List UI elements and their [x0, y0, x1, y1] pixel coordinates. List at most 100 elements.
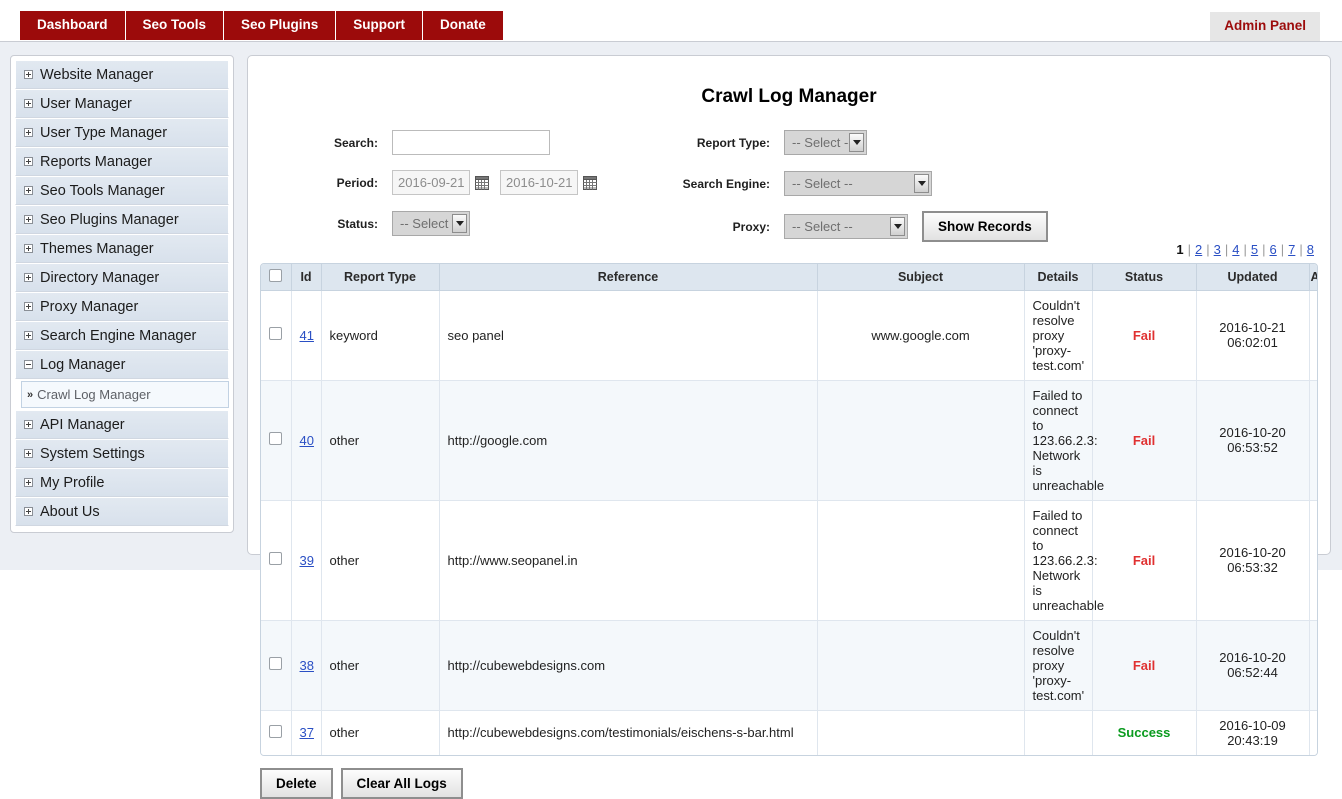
pagination-page-6[interactable]: 6: [1270, 242, 1277, 257]
sidebar-item-api-manager[interactable]: API Manager: [15, 410, 229, 439]
menu-item-donate[interactable]: Donate: [423, 11, 503, 40]
proxy-select[interactable]: -- Select --: [784, 214, 908, 239]
select-all-checkbox[interactable]: [269, 269, 282, 282]
sidebar-item-label: System Settings: [40, 446, 145, 462]
clear-all-logs-button[interactable]: Clear All Logs: [341, 768, 463, 799]
sidebar-item-seo-tools-manager[interactable]: Seo Tools Manager: [15, 176, 229, 205]
row-checkbox[interactable]: [269, 657, 282, 670]
sidebar-item-label: User Type Manager: [40, 125, 167, 141]
menu-item-support[interactable]: Support: [336, 11, 423, 40]
column-header-report-type[interactable]: Report Type: [321, 264, 439, 290]
sidebar: Website Manager User Manager User Type M…: [10, 55, 234, 533]
sidebar-item-my-profile[interactable]: My Profile: [15, 468, 229, 497]
pagination-page-3[interactable]: 3: [1214, 242, 1221, 257]
admin-panel-button[interactable]: Admin Panel: [1210, 12, 1320, 41]
row-select-cell: [261, 380, 291, 500]
row-updated-cell: 2016-10-09 20:43:19: [1196, 710, 1309, 755]
sidebar-item-website-manager[interactable]: Website Manager: [15, 60, 229, 89]
row-id-link[interactable]: 38: [300, 658, 314, 673]
sidebar-item-crawl-log-manager[interactable]: » Crawl Log Manager: [21, 381, 229, 408]
pagination-page-4[interactable]: 4: [1232, 242, 1239, 257]
row-subject-cell: www.google.com: [817, 290, 1024, 380]
chevron-down-icon: [914, 174, 929, 193]
row-subject-cell: [817, 500, 1024, 620]
chevron-down-icon: [849, 133, 864, 152]
search-field-row: Search:: [320, 130, 550, 155]
sidebar-item-label: Seo Plugins Manager: [40, 212, 179, 228]
period-from-input[interactable]: [392, 170, 470, 195]
plus-icon: [24, 478, 33, 487]
row-checkbox[interactable]: [269, 725, 282, 738]
report-type-select[interactable]: -- Select --: [784, 130, 867, 155]
show-records-button[interactable]: Show Records: [922, 211, 1048, 242]
row-action-cell: -- Select --: [1309, 710, 1317, 755]
row-checkbox[interactable]: [269, 552, 282, 565]
column-header-id[interactable]: Id: [291, 264, 321, 290]
row-id-link[interactable]: 39: [300, 553, 314, 568]
search-engine-field-row: Search Engine: -- Select --: [678, 171, 932, 196]
plus-icon: [24, 157, 33, 166]
page-body: Website Manager User Manager User Type M…: [0, 42, 1342, 570]
plus-icon: [24, 70, 33, 79]
delete-button[interactable]: Delete: [260, 768, 333, 799]
column-header-details[interactable]: Details: [1024, 264, 1092, 290]
row-id-link[interactable]: 40: [300, 433, 314, 448]
sidebar-item-proxy-manager[interactable]: Proxy Manager: [15, 292, 229, 321]
table-header-row: Id Report Type Reference Subject Details…: [261, 264, 1317, 290]
pagination-page-5[interactable]: 5: [1251, 242, 1258, 257]
row-select-cell: [261, 290, 291, 380]
row-action-cell: -- Select --: [1309, 620, 1317, 710]
sidebar-item-label: User Manager: [40, 96, 132, 112]
sidebar-item-seo-plugins-manager[interactable]: Seo Plugins Manager: [15, 205, 229, 234]
menu-item-seo-tools[interactable]: Seo Tools: [126, 11, 225, 40]
column-header-reference[interactable]: Reference: [439, 264, 817, 290]
row-id-cell: 37: [291, 710, 321, 755]
column-header-subject[interactable]: Subject: [817, 264, 1024, 290]
row-status-cell: Fail: [1092, 500, 1196, 620]
calendar-icon[interactable]: [583, 176, 597, 190]
sidebar-item-reports-manager[interactable]: Reports Manager: [15, 147, 229, 176]
pagination-page-8[interactable]: 8: [1307, 242, 1314, 257]
plus-icon: [24, 302, 33, 311]
row-checkbox[interactable]: [269, 432, 282, 445]
calendar-icon[interactable]: [475, 176, 489, 190]
row-select-cell: [261, 620, 291, 710]
main-content-panel: Crawl Log Manager Search: Period:: [247, 55, 1331, 555]
sidebar-item-label: Themes Manager: [40, 241, 154, 257]
sidebar-item-user-type-manager[interactable]: User Type Manager: [15, 118, 229, 147]
sidebar-item-about-us[interactable]: About Us: [15, 497, 229, 526]
chevron-down-icon: [452, 214, 467, 233]
plus-icon: [24, 507, 33, 516]
column-header-updated[interactable]: Updated: [1196, 264, 1309, 290]
row-report-type-cell: other: [321, 710, 439, 755]
status-select[interactable]: -- Select --: [392, 211, 470, 236]
table-row: 37 other http://cubewebdesigns.com/testi…: [261, 710, 1317, 755]
sidebar-item-directory-manager[interactable]: Directory Manager: [15, 263, 229, 292]
pagination-page-2[interactable]: 2: [1195, 242, 1202, 257]
row-id-link[interactable]: 41: [300, 328, 314, 343]
sidebar-item-log-manager[interactable]: Log Manager: [15, 350, 229, 379]
search-engine-select[interactable]: -- Select --: [784, 171, 932, 196]
period-to-input[interactable]: [500, 170, 578, 195]
sidebar-item-label: API Manager: [40, 417, 125, 433]
menu-item-seo-plugins[interactable]: Seo Plugins: [224, 11, 336, 40]
plus-icon: [24, 244, 33, 253]
column-header-status[interactable]: Status: [1092, 264, 1196, 290]
pagination-page-7[interactable]: 7: [1288, 242, 1295, 257]
row-reference-cell: http://google.com: [439, 380, 817, 500]
sidebar-item-search-engine-manager[interactable]: Search Engine Manager: [15, 321, 229, 350]
pagination-separator: |: [1206, 242, 1209, 257]
plus-icon: [24, 99, 33, 108]
row-checkbox[interactable]: [269, 327, 282, 340]
row-id-link[interactable]: 37: [300, 725, 314, 740]
menu-item-dashboard[interactable]: Dashboard: [20, 11, 126, 40]
sidebar-item-system-settings[interactable]: System Settings: [15, 439, 229, 468]
updated-time: 06:53:32: [1205, 560, 1301, 575]
row-details-cell: Couldn't resolve proxy 'proxy-test.com': [1024, 290, 1092, 380]
plus-icon: [24, 420, 33, 429]
sidebar-item-user-manager[interactable]: User Manager: [15, 89, 229, 118]
search-input[interactable]: [392, 130, 550, 155]
sidebar-item-themes-manager[interactable]: Themes Manager: [15, 234, 229, 263]
pagination-separator: |: [1262, 242, 1265, 257]
report-type-select-value: -- Select --: [792, 135, 853, 150]
